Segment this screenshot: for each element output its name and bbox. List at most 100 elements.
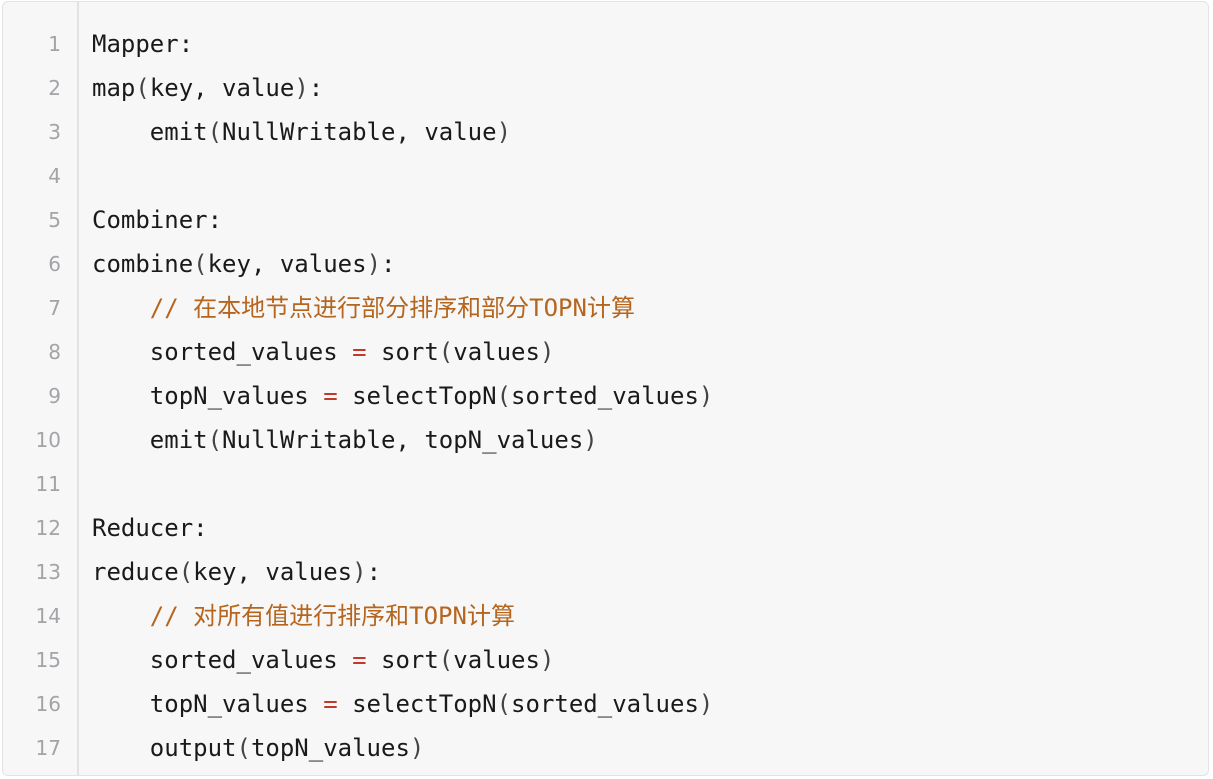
code-line: 11 [3,462,1208,506]
code-token: topN_values [149,690,324,718]
code-token: ( [207,426,223,454]
code-text: output(topN_values) [92,726,425,770]
code-token: ) [366,250,382,278]
code-token: ( [496,382,512,410]
code-token: selectTopN [337,382,497,410]
line-number: 11 [35,472,61,496]
code-token: NullWritable, value [222,118,497,146]
code-token: ) [352,558,367,586]
line-number: 17 [35,736,61,760]
line-number: 10 [35,428,61,452]
code-text: Reducer: [92,506,208,550]
line-number: 15 [35,648,61,672]
code-line: 14 // 对所有值进行排序和TOPN计算 [3,594,1208,638]
code-line: 4 [3,154,1208,198]
line-number: 7 [48,296,61,320]
code-token: topN_values [149,382,324,410]
code-text: reduce(key, values): [92,550,381,594]
code-token: NullWritable, topN_values [222,426,584,454]
line-number: 5 [48,208,61,232]
line-number: 9 [48,384,61,408]
code-line: 7 // 在本地节点进行部分排序和部分TOPN计算 [3,286,1208,330]
code-token: ) [583,426,598,454]
code-line: 15 sorted_values = sort(values) [3,638,1208,682]
code-text: sorted_values = sort(values) [92,330,555,374]
code-comment: // 对所有值进行排序和TOPN计算 [149,602,515,630]
code-token: sorted_values [511,690,699,718]
code-token: ( [193,250,208,278]
code-token: map [92,74,136,102]
code-line: 1 Mapper: [3,22,1208,66]
code-token: Reducer: [92,514,208,542]
code-token: key, values [193,558,353,586]
code-line: 3 emit(NullWritable, value) [3,110,1208,154]
code-line: 10 emit(NullWritable, topN_values) [3,418,1208,462]
code-token: ( [438,646,454,674]
code-token: ) [539,338,555,366]
code-token: emit [149,118,208,146]
code-text: Combiner: [92,198,222,242]
line-number: 13 [35,560,61,584]
code-line: 12 Reducer: [3,506,1208,550]
code-token: ( [135,74,150,102]
code-operator: = [323,690,338,718]
code-text: sorted_values = sort(values) [92,638,555,682]
code-token: ) [294,74,309,102]
code-line: 13 reduce(key, values): [3,550,1208,594]
code-token: ( [207,118,223,146]
code-line: 6 combine(key, values): [3,242,1208,286]
code-comment: // 在本地节点进行部分排序和部分TOPN计算 [149,294,635,322]
code-text: // 在本地节点进行部分排序和部分TOPN计算 [92,286,635,330]
code-token: ) [698,690,714,718]
code-token: sorted_values [149,338,353,366]
line-number: 3 [48,120,61,144]
code-token: values [453,338,540,366]
code-lines: 1 Mapper: 2 map(key, value): 3 emit(NullWrit… [3,22,1208,770]
code-text: emit(NullWritable, topN_values) [92,418,598,462]
code-token: reduce [92,558,179,586]
code-token: ) [409,734,425,762]
code-operator: = [323,382,338,410]
code-token: key, value [149,74,295,102]
code-token: Combiner: [92,206,223,234]
code-token: key, values [207,250,367,278]
code-line: 5 Combiner: [3,198,1208,242]
code-line: 9 topN_values = selectTopN(sorted_values… [3,374,1208,418]
code-token: : [366,558,382,586]
code-text: topN_values = selectTopN(sorted_values) [92,374,714,418]
code-line: 8 sorted_values = sort(values) [3,330,1208,374]
code-text: Mapper: [92,22,193,66]
code-operator: = [352,338,367,366]
code-line: 16 topN_values = selectTopN(sorted_value… [3,682,1208,726]
code-token: sort [366,646,439,674]
code-token: : [308,74,324,102]
code-text: // 对所有值进行排序和TOPN计算 [92,594,515,638]
line-number: 8 [48,340,61,364]
line-number: 16 [35,692,61,716]
line-number: 14 [35,604,61,628]
code-line: 17 output(topN_values) [3,726,1208,770]
line-number: 2 [48,76,61,100]
code-line: 2 map(key, value): [3,66,1208,110]
code-text: map(key, value): [92,66,323,110]
code-block: 1 Mapper: 2 map(key, value): 3 emit(NullWrit… [2,1,1209,776]
code-text: emit(NullWritable, value) [92,110,511,154]
line-number: 6 [48,252,61,276]
code-token: ) [496,118,512,146]
code-token: emit [149,426,208,454]
code-token: output [149,734,237,762]
code-token: ( [438,338,454,366]
line-number: 4 [48,164,61,188]
code-token: selectTopN [337,690,497,718]
code-token: ( [178,558,194,586]
code-token: topN_values [250,734,410,762]
code-token: : [381,250,396,278]
line-number: 12 [35,516,61,540]
